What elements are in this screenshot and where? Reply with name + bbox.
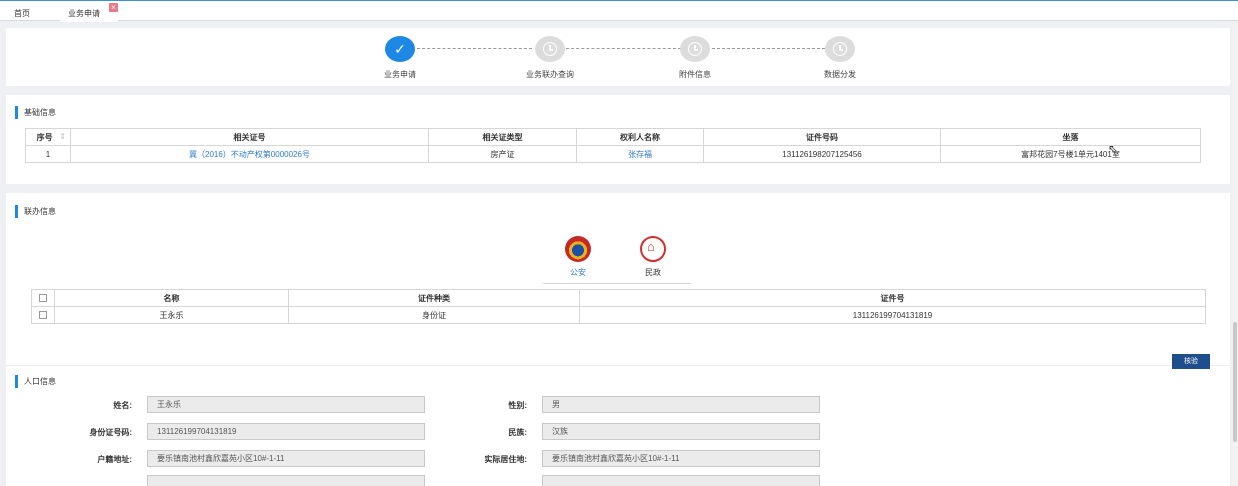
basic-info-panel: 基础信息 序号 ⇕ 相关证号 相关证类型 权利人名称 证件号码 坐落 1 冀（20… [6,95,1230,184]
cell-location: 富邦花园7号楼1单元1401室 [940,145,1201,163]
step-label: 业务联办查询 [526,70,574,79]
empty-field[interactable] [542,475,820,486]
clock-icon [680,36,710,62]
sort-icon: ⇕ [59,131,66,141]
clock-icon [535,36,565,62]
residence-address-field[interactable]: 要乐镇南池村鑫欣嘉苑小区10#-1-11 [542,450,820,467]
table-row[interactable]: 王永乐 身份证 131126199704131819 [31,306,1206,324]
column-header-index[interactable]: 序号 ⇕ [25,128,71,146]
cell-id-no: 131126199704131819 [579,306,1206,324]
column-header-cert-type: 相关证类型 [428,128,577,146]
table-header-row: 序号 ⇕ 相关证号 相关证类型 权利人名称 证件号码 坐落 [25,128,1201,146]
column-header-location: 坐落 [940,128,1201,146]
gender-field[interactable]: 男 [542,396,820,413]
tab-home[interactable]: 首页 [14,8,30,19]
step-label: 数据分发 [824,70,856,79]
step-joint-query[interactable]: 业务联办查询 [490,36,610,80]
empty-field[interactable] [147,475,425,486]
joint-info-panel: 联办信息 公安 民政 名称 证件种类 证件号 王永乐 身份证 131126199… [6,193,1230,486]
agency-tab-civil-affairs[interactable]: 民政 [633,236,673,278]
name-label: 姓名: [113,401,132,410]
owner-link[interactable]: 张存福 [576,145,704,163]
ethnicity-label: 民族: [508,428,527,437]
tab-bar: 首页 业务申请 × [0,0,1238,22]
agency-tabs-underline [543,283,691,284]
mouse-cursor-icon: ⇖ [1108,142,1119,156]
household-address-field[interactable]: 要乐镇南池村鑫欣嘉苑小区10#-1-11 [147,450,425,467]
agency-label: 民政 [645,268,661,277]
basic-info-table: 序号 ⇕ 相关证号 相关证类型 权利人名称 证件号码 坐落 1 冀（2016）不动… [25,128,1201,163]
section-title: 基础信息 [15,106,56,119]
agency-tab-police[interactable]: 公安 [558,236,598,278]
cell-index: 1 [25,145,71,163]
name-field[interactable]: 王永乐 [147,396,425,413]
column-header-cert-no: 相关证号 [70,128,429,146]
cell-cert-type: 房产证 [428,145,577,163]
column-header-id-no: 证件号码 [703,128,941,146]
household-address-label: 户籍地址: [97,455,132,464]
step-attachments[interactable]: 附件信息 [635,36,755,80]
column-header-name: 名称 [54,289,289,307]
cell-id-no: 131126198207125456 [703,145,941,163]
vertical-scrollbar[interactable] [1232,22,1238,486]
id-number-label: 身份证号码: [89,428,132,437]
police-emblem-icon [565,236,591,262]
step-business-application[interactable]: ✓ 业务申请 [340,36,460,80]
table-header-row: 名称 证件种类 证件号 [31,289,1206,307]
column-header-id-type: 证件种类 [288,289,580,307]
cert-no-link[interactable]: 冀（2016）不动产权第0000026号 [70,145,429,163]
ethnicity-field[interactable]: 汉族 [542,423,820,440]
gender-label: 性别: [508,401,527,410]
step-label: 业务申请 [384,70,416,79]
section-title: 联办信息 [15,205,56,218]
section-title: 人口信息 [15,375,56,388]
column-header-owner: 权利人名称 [576,128,704,146]
select-all-checkbox[interactable] [31,289,55,307]
agency-label: 公安 [570,268,586,277]
close-icon[interactable]: × [109,3,118,12]
row-checkbox[interactable] [31,306,55,324]
tab-active-indicator [60,20,118,22]
joint-info-table: 名称 证件种类 证件号 王永乐 身份证 131126199704131819 [31,289,1206,324]
step-label: 附件信息 [679,70,711,79]
cell-name: 王永乐 [54,306,289,324]
clock-icon [825,36,855,62]
step-data-distribution[interactable]: 数据分发 [780,36,900,80]
cell-id-type: 身份证 [288,306,580,324]
column-header-id-no: 证件号 [579,289,1206,307]
civil-affairs-emblem-icon [640,236,666,262]
check-icon: ✓ [385,36,415,62]
progress-steps: ✓ 业务申请 业务联办查询 附件信息 数据分发 [6,28,1230,86]
verify-button[interactable]: 核验 [1172,354,1210,369]
residence-address-label: 实际居住地: [484,455,527,464]
scrollbar-thumb[interactable] [1233,322,1237,442]
tab-application[interactable]: 业务申请 [68,8,100,19]
id-number-field[interactable]: 131126199704131819 [147,423,425,440]
table-row: 1 冀（2016）不动产权第0000026号 房产证 张存福 131126198… [25,145,1201,163]
divider [6,365,1230,366]
